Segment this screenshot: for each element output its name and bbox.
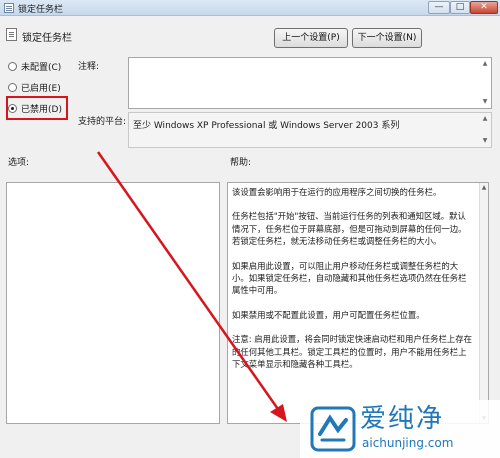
radio-enabled[interactable]: 已启用(E) [8,80,61,94]
scroll-down-icon[interactable]: ▼ [481,137,489,145]
platform-label: 支持的平台: [78,117,127,127]
window-title: 锁定任务栏 [18,5,64,15]
scroll-up-icon[interactable]: ▲ [481,115,489,123]
watermark: 爱纯净 aichunjing.com [300,400,500,458]
radio-label: 已启用(E) [21,83,61,94]
previous-setting-button[interactable]: 上一个设置(P) [274,28,348,48]
watermark-url: aichunjing.com [362,436,454,450]
next-setting-button[interactable]: 下一个设置(N) [352,28,422,48]
scroll-up-icon[interactable]: ▲ [481,60,489,68]
radio-not-configured[interactable]: 未配置(C) [8,59,61,73]
policy-setting-icon [6,28,17,41]
radio-label: 未配置(C) [21,62,62,73]
scroll-up-icon[interactable]: ▲ [480,183,488,192]
help-panel: 该设置会影响用于在运行的应用程序之间切换的任务栏。 任务栏包括"开始"按钮、当前… [227,182,489,424]
comment-textarea[interactable]: ▲ ▼ [128,57,492,109]
close-button[interactable]: ✕ [470,1,498,14]
help-paragraph: 如果启用此设置，可以阻止用户移动任务栏或调整任务栏的大小。如果锁定任务栏，自动隐… [232,260,467,296]
help-paragraph: 注意: 启用此设置，将会同时锁定快速启动栏和用户任务栏上存在的任何其他工具栏。锁… [232,334,472,370]
help-paragraph: 如果禁用或不配置此设置，用户可配置任务栏位置。 [232,309,425,320]
watermark-logo-icon [310,406,356,452]
help-scrollbar[interactable]: ▲ ▼ [479,183,488,423]
watermark-brand: 爱纯净 [360,404,445,434]
scroll-down-icon[interactable]: ▼ [481,98,489,106]
policy-app-icon [4,3,14,13]
platform-value: 至少 Windows XP Professional 或 Windows Ser… [133,121,400,131]
comment-label: 注释: [78,62,100,72]
options-panel [6,182,220,424]
options-label: 选项: [8,158,30,168]
minimize-button[interactable]: — [428,1,450,14]
maximize-button[interactable]: □ [450,1,470,14]
title-bar: 锁定任务栏 — □ ✕ [0,0,500,16]
help-paragraph: 任务栏包括"开始"按钮、当前运行任务的列表和通知区域。默认情况下，任务栏位于屏幕… [232,211,467,247]
help-paragraph: 该设置会影响用于在运行的应用程序之间切换的任务栏。 [232,187,442,197]
help-text: 该设置会影响用于在运行的应用程序之间切换的任务栏。 任务栏包括"开始"按钮、当前… [232,186,472,382]
radio-circle[interactable] [8,61,17,71]
help-label: 帮助: [230,158,252,168]
red-highlight-box [6,96,68,120]
policy-title: 锁定任务栏 [22,33,72,44]
radio-circle[interactable] [8,82,17,92]
platform-field: 至少 Windows XP Professional 或 Windows Ser… [128,112,492,148]
